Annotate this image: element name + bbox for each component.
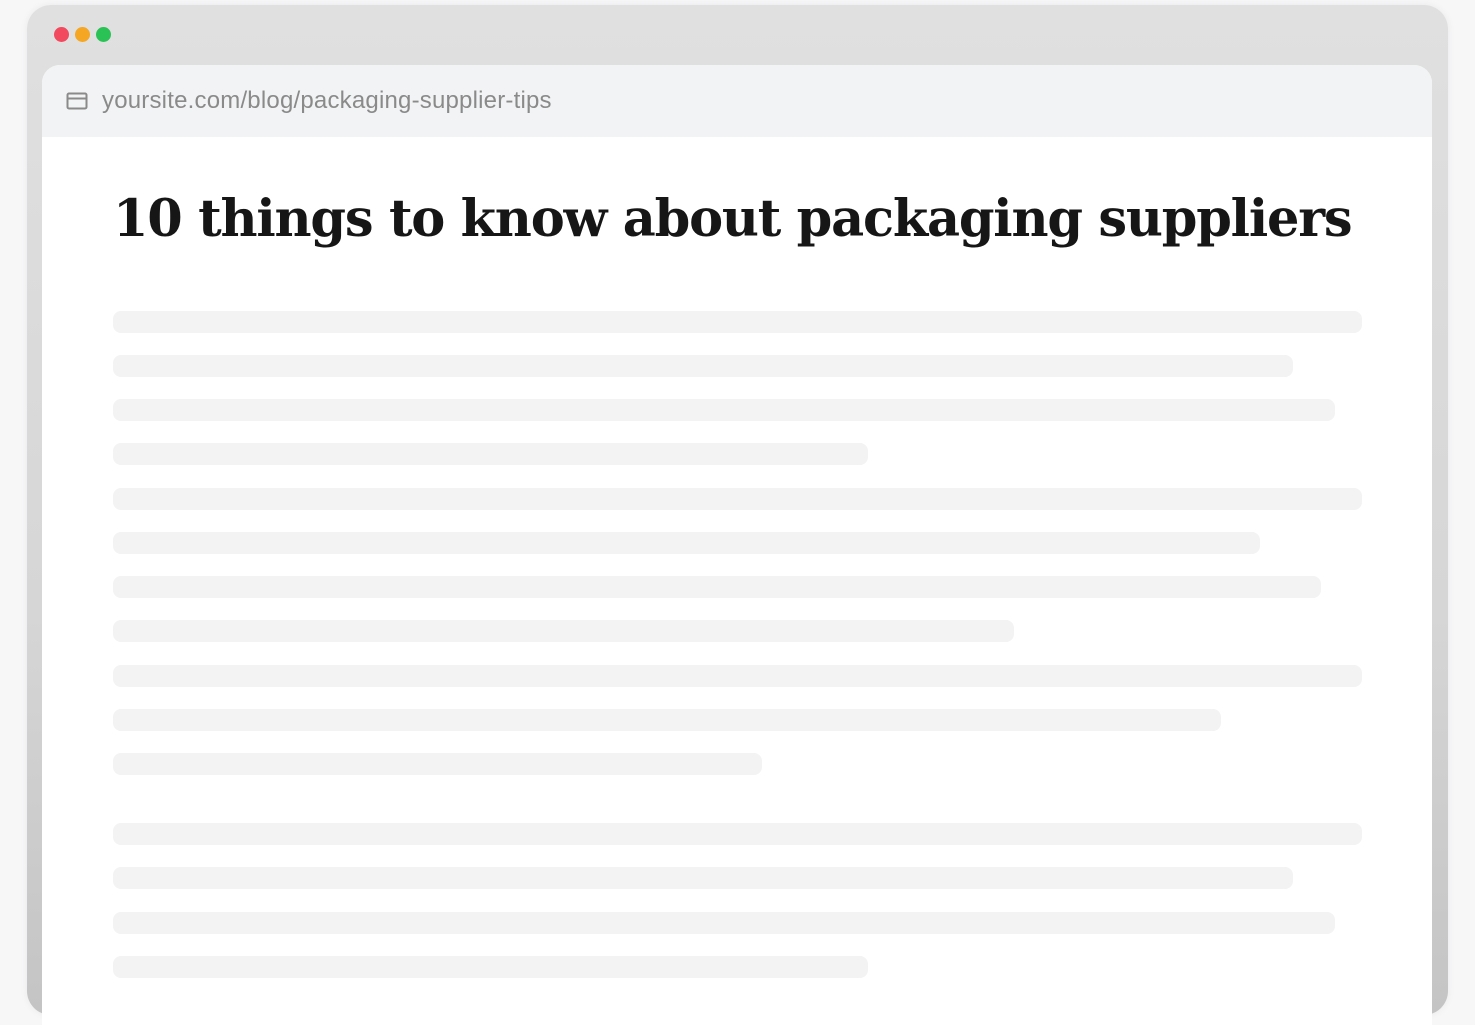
text-placeholder-line: [113, 753, 762, 775]
text-placeholder-line: [113, 665, 1362, 687]
browser-frame: yoursite.com/blog/packaging-supplier-tip…: [27, 5, 1448, 1025]
url-text: yoursite.com/blog/packaging-supplier-tip…: [102, 87, 552, 114]
browser-window-icon: [66, 92, 88, 110]
text-placeholder-line: [113, 532, 1260, 554]
text-placeholder-line: [113, 399, 1335, 421]
text-placeholder-line: [113, 823, 1362, 845]
window-controls: [54, 27, 111, 42]
address-bar[interactable]: yoursite.com/blog/packaging-supplier-tip…: [42, 65, 1432, 137]
maximize-button[interactable]: [96, 27, 111, 42]
close-button[interactable]: [54, 27, 69, 42]
minimize-button[interactable]: [75, 27, 90, 42]
text-placeholder-line: [113, 355, 1293, 377]
text-placeholder-line: [113, 443, 868, 465]
text-placeholder-line: [113, 620, 1014, 642]
text-placeholder-line: [113, 311, 1362, 333]
article-title: 10 things to know about packaging suppli…: [113, 189, 1353, 249]
text-placeholder-line: [113, 709, 1221, 731]
text-placeholder-line: [113, 956, 868, 978]
text-placeholder-line: [113, 867, 1293, 889]
text-placeholder-line: [113, 488, 1362, 510]
browser-window: yoursite.com/blog/packaging-supplier-tip…: [42, 65, 1432, 1025]
text-placeholder-line: [113, 576, 1321, 598]
text-placeholder-line: [113, 912, 1335, 934]
